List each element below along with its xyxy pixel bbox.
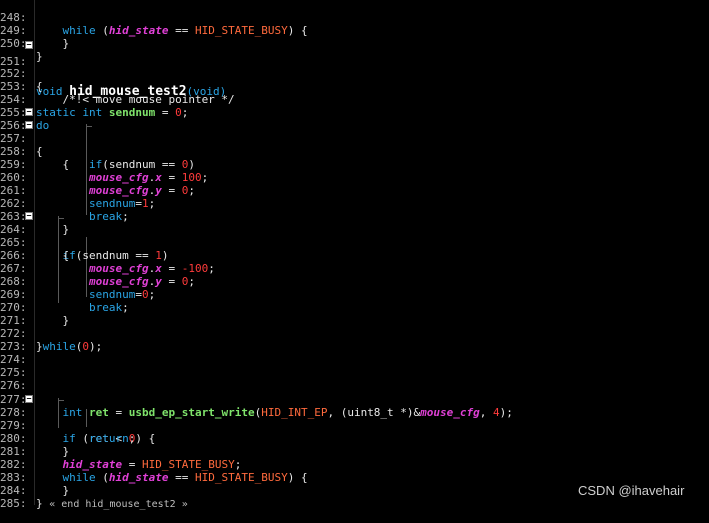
code-line[interactable]: 258: { [0,132,69,171]
line-code: mouse_cfg.x = -100; [88,262,215,275]
line-code: static int sendnum = 0; [36,106,189,119]
fold-toggle-icon[interactable]: − [25,212,33,220]
code-line[interactable]: 261: sendnum=1; [0,171,155,210]
code-line[interactable]: 278: − if (ret < 0) { [0,393,155,446]
code-line[interactable]: 251: − void hid_mouse_test2(void) [0,39,226,100]
code-line[interactable]: 274: [0,340,27,366]
fold-toggle-icon[interactable]: − [25,395,33,403]
line-code: { [36,80,43,93]
code-line[interactable]: 272: }while(0); [0,314,102,353]
line-code: mouse_cfg.x = 100; [88,171,209,184]
line-code: } [36,37,70,50]
line-code: while (hid_state == HID_STATE_BUSY) { [62,24,308,37]
code-line[interactable]: 281: hid_state = HID_STATE_BUSY; [0,432,241,471]
code-line[interactable]: 259: mouse_cfg.x = 100; [0,145,208,184]
line-code: int ret = usbd_ep_start_write(HID_INT_EP… [62,406,513,419]
code-line[interactable]: 279: return; [0,406,135,445]
code-line[interactable]: 276: [0,366,27,392]
code-line[interactable]: 266: mouse_cfg.x = -100; [0,236,215,275]
code-line[interactable]: 271: [0,301,27,327]
code-line[interactable]: 269: break; [0,275,129,314]
line-code: do [36,119,50,132]
code-editor[interactable]: 248: while (hid_state == HID_STATE_BUSY)… [0,0,709,510]
line-code: sendnum=0; [88,288,156,301]
gutter-separator [34,0,35,505]
code-line[interactable]: 256: − { [0,106,43,159]
line-code: hid_state = HID_STATE_BUSY; [62,458,242,471]
line-code: mouse_cfg.y = 0; [88,184,195,197]
code-line[interactable]: 264: − if(sendnum == 1) [0,210,168,263]
code-line[interactable]: 249: } [0,11,69,50]
line-code: } [36,50,43,63]
line-code: } « end hid_mouse_test2 » [36,497,188,510]
indent-guide [86,126,92,127]
line-code: } [36,484,70,497]
code-line[interactable]: 248: while (hid_state == HID_STATE_BUSY)… [0,0,308,37]
code-line[interactable]: 277: int ret = usbd_ep_start_write(HID_I… [0,380,513,419]
code-line[interactable]: 250: } [0,24,43,63]
code-line[interactable]: 263: } [0,197,69,236]
line-code: { [36,145,43,158]
indent-guide [58,400,64,401]
code-line[interactable]: 283: } [0,458,69,497]
code-line[interactable]: 275: [0,353,27,379]
code-line[interactable]: 257: − if(sendnum == 0) [0,119,195,172]
code-line[interactable]: 254: static int sendnum = 0; [0,80,188,119]
code-line[interactable]: 267: mouse_cfg.y = 0; [0,249,195,288]
line-code: return; [88,432,136,445]
line-code: { [36,158,70,171]
code-line[interactable]: 265: { [0,223,69,262]
code-line[interactable]: 252: { [0,54,43,93]
line-code: /*!< move mouse pointer */ [36,93,235,106]
line-code: sendnum=1; [88,197,156,210]
line-code: } [36,445,70,458]
fold-toggle-icon[interactable]: − [25,121,33,129]
line-code: mouse_cfg.y = 0; [88,275,195,288]
code-line[interactable]: 282: while (hid_state == HID_STATE_BUSY)… [0,445,308,484]
code-line[interactable]: 268: sendnum=0; [0,262,155,301]
code-line[interactable]: 262: break; [0,184,129,223]
code-line[interactable]: 273: [0,327,27,353]
line-code: break; [88,210,129,223]
line-code: } [36,314,70,327]
code-line[interactable]: 285: [0,484,27,510]
code-line[interactable]: 255: do [0,93,49,132]
code-line[interactable]: 270: } [0,288,69,327]
line-number: 285: [0,497,27,510]
line-code: }while(0); [36,340,103,353]
code-line[interactable]: 253: /*!< move mouse pointer */ [0,67,235,106]
fold-toggle-icon[interactable]: − [25,41,33,49]
line-code: } [36,223,70,236]
line-code: while (hid_state == HID_STATE_BUSY) { [62,471,308,484]
code-line[interactable]: 284: } « end hid_mouse_test2 » [0,471,188,510]
line-code: break; [88,301,129,314]
code-line[interactable]: 280: } [0,419,69,458]
line-code: { [36,249,70,262]
watermark: CSDN @ihavehair [578,483,685,498]
fold-toggle-icon[interactable]: − [25,108,33,116]
code-line[interactable]: 260: mouse_cfg.y = 0; [0,158,195,197]
